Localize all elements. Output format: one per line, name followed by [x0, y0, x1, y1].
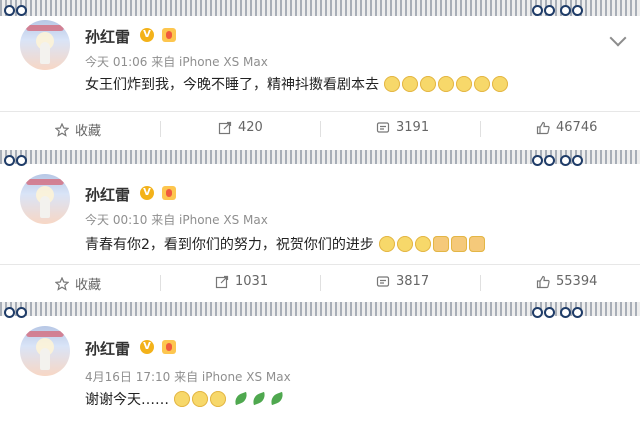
bike-icon: [4, 2, 28, 16]
clap-icon: [433, 236, 450, 252]
emoji-icon: [492, 76, 509, 92]
post-text: 谢谢今天……: [85, 389, 286, 409]
like-button[interactable]: 55394: [536, 274, 597, 289]
thumbs-up-icon: [536, 275, 550, 288]
like-count: 46746: [556, 120, 598, 135]
leaf-icon: [268, 391, 286, 406]
bike-icon: [532, 152, 556, 166]
post-text: 女王们炸到我，今晚不睡了，精神抖擞看剧本去: [85, 74, 509, 94]
emoji-icon: [420, 76, 437, 92]
post-meta: 今天 00:10 来自 iPhone XS Max: [85, 213, 268, 227]
bike-icon: [560, 2, 584, 16]
avatar[interactable]: [20, 174, 70, 224]
repost-icon: [218, 121, 232, 134]
comment-button[interactable]: 3817: [376, 274, 429, 289]
like-button[interactable]: 46746: [536, 120, 597, 135]
like-count: 55394: [556, 274, 598, 289]
repost-icon: [215, 275, 229, 288]
verified-badge-icon: V: [140, 28, 154, 42]
emoji-icon: [402, 76, 419, 92]
post-meta: 4月16日 17:10 来自 iPhone XS Max: [85, 370, 291, 384]
post-meta: 今天 01:06 来自 iPhone XS Max: [85, 55, 268, 69]
bike-icon: [560, 304, 584, 318]
weibo-post: 孙红雷 V 今天 00:10 来自 iPhone XS Max 青春有你2，看到…: [0, 164, 640, 302]
emoji-icon: [174, 391, 191, 407]
bike-icon: [532, 304, 556, 318]
bike-icon: [532, 2, 556, 16]
clap-icon: [451, 236, 468, 252]
post-text-content: 谢谢今天……: [85, 392, 169, 408]
bike-icon: [4, 304, 28, 318]
post-text-content: 女王们炸到我，今晚不睡了，精神抖擞看剧本去: [85, 77, 379, 93]
verified-badge-icon: V: [140, 340, 154, 354]
weibo-post: 孙红雷 V 4月16日 17:10 来自 iPhone XS Max 谢谢今天……: [0, 316, 640, 426]
emoji-icon: [456, 76, 473, 92]
bike-icon: [4, 152, 28, 166]
leaf-icon: [232, 391, 250, 406]
star-icon: [55, 122, 69, 137]
repost-button[interactable]: 420: [218, 120, 263, 135]
star-icon: [55, 276, 69, 291]
post-text: 青春有你2，看到你们的努力，祝贺你们的进步: [85, 234, 486, 254]
repost-count: 420: [238, 120, 263, 135]
avatar[interactable]: [20, 20, 70, 70]
bike-icon: [560, 152, 584, 166]
member-crown-icon: [162, 186, 176, 200]
weibo-post: 孙红雷 V 今天 01:06 来自 iPhone XS Max 女王们炸到我，今…: [0, 16, 640, 150]
repost-count: 1031: [235, 274, 269, 289]
user-name[interactable]: 孙红雷: [85, 338, 130, 359]
verified-badge-icon: V: [140, 186, 154, 200]
emoji-icon: [415, 236, 432, 252]
thumbs-up-icon: [536, 121, 550, 134]
member-crown-icon: [162, 28, 176, 42]
avatar[interactable]: [20, 326, 70, 376]
favorite-button[interactable]: 收藏: [55, 274, 101, 293]
favorite-button[interactable]: 收藏: [55, 120, 101, 139]
user-name[interactable]: 孙红雷: [85, 26, 130, 47]
comment-count: 3191: [396, 120, 430, 135]
post-text-content: 青春有你2，看到你们的努力，祝贺你们的进步: [85, 237, 374, 253]
member-crown-icon: [162, 340, 176, 354]
emoji-icon: [210, 391, 227, 407]
emoji-icon: [379, 236, 396, 252]
favorite-label: 收藏: [75, 124, 102, 139]
comment-icon: [376, 275, 390, 287]
comment-icon: [376, 121, 390, 133]
favorite-label: 收藏: [75, 278, 102, 293]
comment-button[interactable]: 3191: [376, 120, 429, 135]
repost-button[interactable]: 1031: [215, 274, 268, 289]
user-name[interactable]: 孙红雷: [85, 184, 130, 205]
emoji-icon: [384, 76, 401, 92]
chevron-down-icon[interactable]: [609, 29, 627, 47]
emoji-icon: [474, 76, 491, 92]
emoji-icon: [438, 76, 455, 92]
clap-icon: [469, 236, 486, 252]
emoji-icon: [397, 236, 414, 252]
comment-count: 3817: [396, 274, 430, 289]
leaf-icon: [250, 391, 268, 406]
emoji-icon: [192, 391, 209, 407]
